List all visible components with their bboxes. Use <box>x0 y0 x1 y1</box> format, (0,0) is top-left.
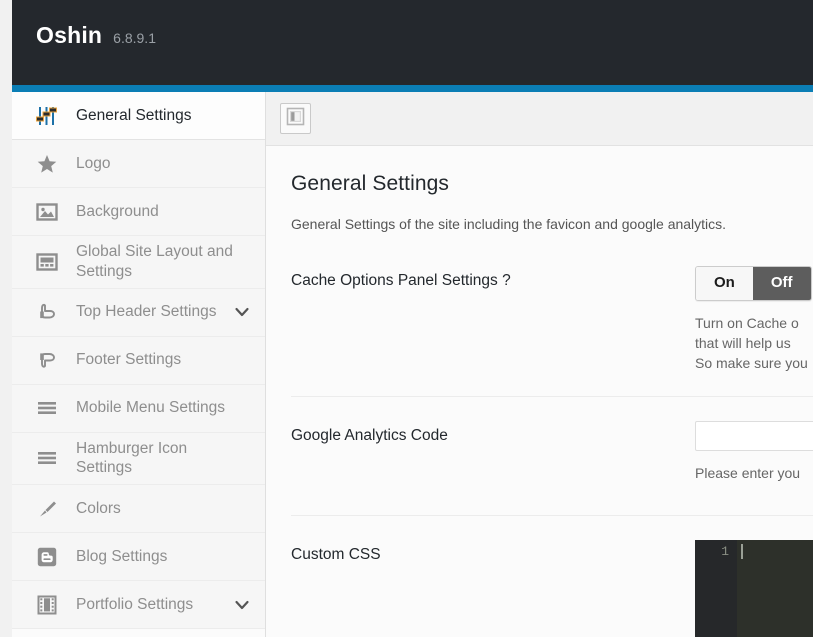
layout-icon <box>34 249 60 275</box>
section-title: General Settings <box>291 172 450 195</box>
settings-panel: General Settings General Settings of the… <box>266 146 813 637</box>
content-area: General Settings General Settings of the… <box>266 92 813 637</box>
cache-options-toggle[interactable]: On Off <box>695 266 812 301</box>
field-row: Google Analytics Code Please enter you <box>291 395 813 515</box>
sidebar-item-colors[interactable]: Colors <box>12 485 265 534</box>
field-control-custom-css: 1 <box>695 539 813 637</box>
sidebar-item-background[interactable]: Background <box>12 188 265 236</box>
sidebar-item-logo[interactable]: Logo <box>12 140 265 188</box>
bars-icon <box>34 445 60 471</box>
sidebar-item-footer-settings[interactable]: Footer Settings <box>12 336 265 385</box>
field-help-cache-options: Turn on Cache o that will help us So mak… <box>695 314 808 372</box>
content-toolbar <box>266 92 813 146</box>
sidebar-item-label: Top Header Settings <box>76 303 217 321</box>
sidebar-item-label: Blog Settings <box>76 547 168 565</box>
sidebar-item-top-header-settings[interactable]: Top Header Settings <box>12 288 265 337</box>
field-label-google-analytics: Google Analytics Code <box>291 426 448 444</box>
sidebar-item-label: Background <box>76 202 159 220</box>
panel-layout-icon <box>286 107 305 131</box>
sidebar-item-hamburger-icon-settings[interactable]: Hamburger Icon Settings <box>12 432 265 486</box>
field-row: Custom CSS 1 <box>291 514 813 637</box>
page-title: Oshin <box>36 22 103 48</box>
sidebar-item-label: Colors <box>76 499 121 517</box>
options-header-inner: Oshin 6.8.9.1 <box>12 0 813 49</box>
sidebar-item-portfolio-settings[interactable]: Portfolio Settings <box>12 581 265 630</box>
sidebar-item-global-site-layout[interactable]: Global Site Layout and Settings <box>12 236 265 289</box>
field-label-cache-options: Cache Options Panel Settings ? <box>291 272 511 289</box>
code-text-area[interactable] <box>737 539 813 637</box>
custom-css-code-editor[interactable]: 1 <box>695 539 813 637</box>
sidebar-item-label: Hamburger Icon Settings <box>76 439 188 477</box>
hand-point-up-icon <box>34 299 60 325</box>
image-icon <box>34 199 60 225</box>
version-label: 6.8.9.1 <box>113 30 156 46</box>
options-header: Oshin 6.8.9.1 <box>12 0 813 85</box>
options-panel-app: Oshin 6.8.9.1 General Settings Logo Back… <box>0 0 813 637</box>
sidebar-item-label: Mobile Menu Settings <box>76 399 226 417</box>
section-description: General Settings of the site including t… <box>291 216 727 232</box>
chevron-down-icon[interactable] <box>233 304 251 320</box>
bars-icon <box>34 395 60 421</box>
field-label-custom-css: Custom CSS <box>291 545 381 563</box>
sidebar-item-blog-settings[interactable]: Blog Settings <box>12 533 265 582</box>
sidebar-item-label: Portfolio Settings <box>76 595 194 613</box>
accent-bar <box>12 85 813 92</box>
google-analytics-input[interactable] <box>695 420 813 451</box>
hand-point-down-icon <box>34 347 60 373</box>
code-line-number: 1 <box>695 539 737 637</box>
paint-brush-icon <box>34 496 60 522</box>
field-control-cache-options: On Off Turn on Cache o that will help us… <box>695 266 813 374</box>
field-control-google-analytics: Please enter you <box>695 420 813 483</box>
sidebar-item-mobile-menu-settings[interactable]: Mobile Menu Settings <box>12 384 265 433</box>
star-icon <box>34 151 60 177</box>
text-caret <box>741 543 743 559</box>
field-help-google-analytics: Please enter you <box>695 464 801 481</box>
sidebar-item-label: Global Site Layout and Settings <box>76 243 233 280</box>
toggle-on-option[interactable]: On <box>696 267 753 300</box>
sidebar-item-general-settings[interactable]: General Settings <box>12 92 265 140</box>
sidebar-item-label: General Settings <box>76 106 192 124</box>
sliders-icon <box>34 103 60 129</box>
sidebar-item-label: Footer Settings <box>76 351 182 369</box>
chevron-down-icon[interactable] <box>233 597 251 613</box>
field-row: Cache Options Panel Settings ? On Off Tu… <box>291 266 813 396</box>
sidebar-item-label: Logo <box>76 154 111 172</box>
sidebar[interactable]: General Settings Logo Background Global … <box>12 92 266 637</box>
toggle-off-option[interactable]: Off <box>752 267 811 300</box>
expand-options-button[interactable] <box>280 103 311 134</box>
blogger-icon <box>34 544 60 570</box>
film-icon <box>34 592 60 618</box>
